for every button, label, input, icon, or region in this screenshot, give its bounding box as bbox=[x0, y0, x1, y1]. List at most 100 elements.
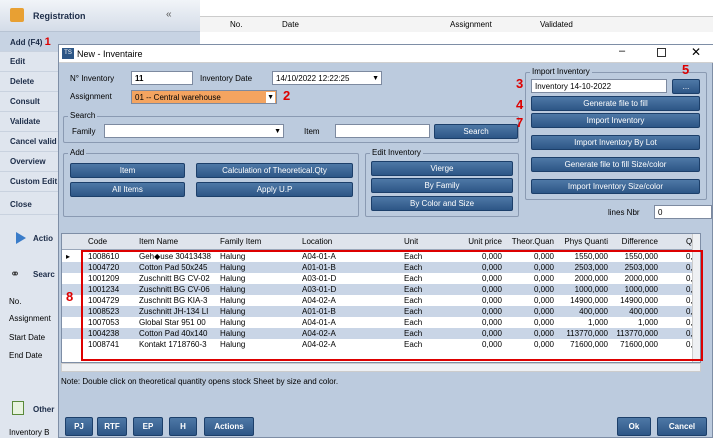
annotation-4: 4 bbox=[516, 97, 524, 112]
registration-icon bbox=[10, 8, 24, 22]
sidebar-item-overview[interactable]: Overview bbox=[0, 152, 60, 172]
search-group-label: Search bbox=[68, 111, 98, 120]
sidebar-item-custom-edit[interactable]: Custom Edit bbox=[0, 172, 60, 192]
other-section[interactable]: Other bbox=[0, 398, 60, 420]
annotation-8: 8 bbox=[66, 289, 74, 304]
browse-button[interactable]: ... bbox=[672, 79, 700, 94]
note-text: Note: Double click on theoretical quanti… bbox=[61, 377, 339, 386]
family-select[interactable]: ▼ bbox=[104, 124, 284, 138]
sidebar-item-consult[interactable]: Consult bbox=[0, 92, 60, 112]
rows-highlight-box bbox=[81, 250, 703, 361]
inventory-date-value: 14/10/2022 12:22:25 bbox=[276, 74, 350, 83]
lines-number-label: lines Nbr bbox=[608, 208, 640, 217]
new-inventory-dialog: TS New - Inventaire – ✕ N° Inventory 11 … bbox=[58, 44, 713, 438]
minimize-icon[interactable]: – bbox=[619, 45, 625, 57]
import-by-lot-button[interactable]: Import Inventory By Lot bbox=[531, 135, 700, 150]
inventory-date-label: Inventory Date bbox=[200, 74, 253, 83]
actions-button[interactable]: Actions bbox=[204, 417, 254, 436]
chevron-down-icon: ▼ bbox=[274, 128, 281, 135]
sidebar-field-end-date: End Date bbox=[9, 351, 43, 360]
import-inventory-button[interactable]: Import Inventory bbox=[531, 113, 700, 128]
generate-file-button[interactable]: Generate file to fill bbox=[531, 96, 700, 111]
maximize-icon[interactable] bbox=[657, 48, 666, 57]
apply-up-button[interactable]: Apply U.P bbox=[196, 182, 353, 197]
actions-label: Actio bbox=[33, 234, 53, 243]
annotation-1: 1 bbox=[44, 36, 51, 48]
col-unit[interactable]: Unit bbox=[404, 237, 418, 246]
sidebar-header-title: Registration bbox=[33, 11, 86, 21]
sidebar-inventory-label: Inventory B bbox=[9, 428, 50, 437]
import-file-field[interactable]: Inventory 14-10-2022 bbox=[531, 79, 667, 93]
title-bar: TS New - Inventaire – ✕ bbox=[59, 45, 713, 63]
chevron-down-icon: ▼ bbox=[372, 75, 379, 82]
assignment-value: 01 -- Central warehouse bbox=[135, 93, 221, 102]
col-no: No. bbox=[230, 20, 243, 29]
dialog-title: New - Inventaire bbox=[77, 49, 143, 59]
search-section-label: Searc bbox=[33, 270, 55, 279]
col-item-name[interactable]: Item Name bbox=[139, 237, 178, 246]
edit-inventory-group-label: Edit Inventory bbox=[370, 148, 423, 157]
annotation-3: 3 bbox=[516, 76, 524, 91]
ep-button[interactable]: EP bbox=[133, 417, 163, 436]
search-button[interactable]: Search bbox=[434, 124, 518, 139]
col-phys-qty[interactable]: Phys Quanti bbox=[558, 237, 608, 246]
cancel-button[interactable]: Cancel bbox=[657, 417, 707, 436]
binoculars-icon: ⚭ bbox=[10, 267, 21, 281]
h-button[interactable]: H bbox=[169, 417, 197, 436]
annotation-2: 2 bbox=[283, 88, 291, 103]
add-group-label: Add bbox=[68, 148, 87, 157]
col-validated: Validated bbox=[540, 20, 573, 29]
grid-horizontal-scrollbar[interactable] bbox=[61, 363, 701, 372]
pj-button[interactable]: PJ bbox=[65, 417, 93, 436]
vierge-button[interactable]: Vierge bbox=[371, 161, 513, 176]
by-family-button[interactable]: By Family bbox=[371, 178, 513, 193]
import-inventory-group-label: Import Inventory bbox=[530, 67, 592, 76]
col-unit-price[interactable]: Unit price bbox=[460, 237, 502, 246]
ok-button[interactable]: Ok bbox=[617, 417, 651, 436]
col-family[interactable]: Family Item bbox=[220, 237, 261, 246]
inventory-number-field[interactable]: 11 bbox=[131, 71, 193, 85]
collapse-icon[interactable]: « bbox=[166, 9, 172, 20]
by-color-size-button[interactable]: By Color and Size bbox=[371, 196, 513, 211]
all-items-button[interactable]: All Items bbox=[70, 182, 185, 197]
col-date: Date bbox=[282, 20, 299, 29]
inventory-date-select[interactable]: 14/10/2022 12:22:25 ▼ bbox=[272, 71, 382, 85]
sidebar-item-label: Add (F4) bbox=[10, 38, 43, 47]
item-search-input[interactable] bbox=[335, 124, 430, 138]
sidebar-field-start-date: Start Date bbox=[9, 333, 46, 342]
app-icon: TS bbox=[62, 48, 74, 59]
assignment-select[interactable]: 01 -- Central warehouse ▼ bbox=[131, 90, 277, 104]
lines-number-field[interactable]: 0 bbox=[654, 205, 712, 219]
sidebar-header: Registration « bbox=[0, 0, 200, 32]
sidebar-item-cancel-valid[interactable]: Cancel valid bbox=[0, 132, 60, 152]
inventory-number-label: N° Inventory bbox=[70, 74, 115, 83]
col-difference[interactable]: Difference bbox=[611, 237, 658, 246]
family-label: Family bbox=[72, 127, 96, 136]
row-selector-icon: ▸ bbox=[66, 252, 71, 261]
actions-section[interactable]: Actio bbox=[0, 225, 60, 253]
rtf-button[interactable]: RTF bbox=[97, 417, 127, 436]
sidebar-item-edit[interactable]: Edit bbox=[0, 52, 60, 72]
clipboard-icon bbox=[12, 401, 24, 415]
generate-size-color-button[interactable]: Generate file to fill Size/color bbox=[531, 157, 700, 172]
assignment-label: Assignment bbox=[70, 92, 112, 101]
col-theor-qty[interactable]: Theor.Quan bbox=[509, 237, 554, 246]
calculation-button[interactable]: Calculation of Theoretical.Qty bbox=[196, 163, 353, 178]
item-button[interactable]: Item bbox=[70, 163, 185, 178]
sidebar-item-delete[interactable]: Delete bbox=[0, 72, 60, 92]
sidebar-field-assignment: Assignment bbox=[9, 314, 51, 323]
import-size-color-button[interactable]: Import Inventory Size/color bbox=[531, 179, 700, 194]
sidebar-item-validate[interactable]: Validate bbox=[0, 112, 60, 132]
grid-header: Code Item Name Family Item Location Unit… bbox=[62, 234, 700, 250]
chevron-down-icon: ▼ bbox=[266, 92, 275, 103]
sidebar-item-close[interactable]: Close bbox=[0, 195, 60, 215]
close-icon[interactable]: ✕ bbox=[691, 45, 701, 59]
sidebar-field-no: No. bbox=[9, 297, 22, 306]
search-section[interactable]: ⚭ Searc bbox=[0, 262, 60, 286]
background-list-header: No. Date Assignment Validated bbox=[200, 16, 713, 32]
col-location[interactable]: Location bbox=[302, 237, 332, 246]
other-label: Other bbox=[33, 405, 55, 414]
col-assignment: Assignment bbox=[450, 20, 492, 29]
annotation-5: 5 bbox=[682, 62, 690, 77]
col-code[interactable]: Code bbox=[88, 237, 107, 246]
